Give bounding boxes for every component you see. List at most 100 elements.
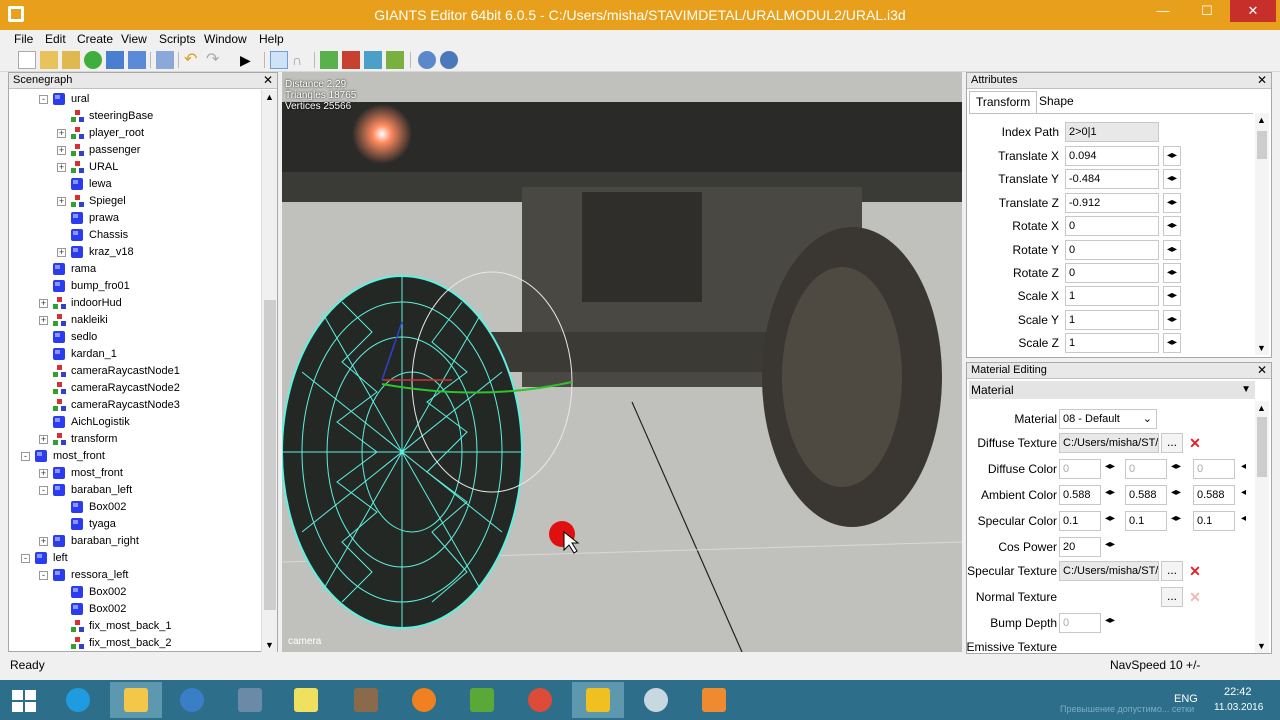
- save-as-icon[interactable]: [128, 51, 146, 69]
- menu-file[interactable]: File: [14, 32, 33, 46]
- tree-item[interactable]: Chassis: [9, 227, 261, 244]
- tree-item[interactable]: + URAL: [9, 159, 261, 176]
- tree-item[interactable]: lewa: [9, 176, 261, 193]
- title-bar[interactable]: GIANTS Editor 64bit 6.0.5 - C:/Users/mis…: [0, 0, 1280, 30]
- material-scrollbar[interactable]: ▲ ▼: [1255, 401, 1269, 653]
- menu-help[interactable]: Help: [259, 32, 284, 46]
- spin-arrows-icon[interactable]: ◂▸: [1105, 461, 1115, 472]
- scroll-down-icon[interactable]: ▼: [1257, 343, 1266, 353]
- tree-item[interactable]: - ressora_left: [9, 567, 261, 584]
- index-path-field[interactable]: [1065, 122, 1159, 142]
- tree-item[interactable]: tyaga: [9, 516, 261, 533]
- tree-item[interactable]: cameraRaycastNode2: [9, 380, 261, 397]
- scenegraph-tree[interactable]: - ural steeringBase + player_root + passenger +…: [9, 90, 261, 652]
- maximize-button[interactable]: ☐: [1190, 0, 1224, 22]
- collapse-icon[interactable]: -: [39, 486, 48, 495]
- spin-arrows-icon[interactable]: ◂▸: [1163, 192, 1181, 213]
- tree-item[interactable]: + baraban_right: [9, 533, 261, 550]
- collapse-icon[interactable]: -: [21, 554, 30, 563]
- expand-icon[interactable]: +: [57, 163, 66, 172]
- prop-value-field[interactable]: [1065, 239, 1159, 260]
- gear-options-icon[interactable]: [440, 51, 458, 69]
- tab-transform[interactable]: Transform: [969, 91, 1038, 113]
- spin-arrows-icon[interactable]: ◂▸: [1105, 615, 1115, 626]
- app-taskbar-icon[interactable]: [688, 682, 740, 718]
- tree-item[interactable]: - left: [9, 550, 261, 567]
- spin-arrows-icon[interactable]: ◂▸: [1171, 487, 1181, 498]
- specular-texture-field[interactable]: C:/Users/misha/ST/: [1059, 561, 1159, 581]
- delete-icon[interactable]: ✕: [1185, 561, 1205, 581]
- diffuse-color-g[interactable]: 0: [1125, 459, 1167, 479]
- app-taskbar-icon[interactable]: [398, 682, 450, 718]
- minimize-button[interactable]: —: [1146, 0, 1180, 22]
- internet-explorer-icon[interactable]: [52, 682, 104, 718]
- tree-item[interactable]: fix_most_back_2: [9, 635, 261, 652]
- tree-item[interactable]: + passenger: [9, 142, 261, 159]
- prop-value-field[interactable]: [1065, 263, 1159, 283]
- tree-item[interactable]: kardan_1: [9, 346, 261, 363]
- play-icon[interactable]: ▶: [240, 51, 258, 69]
- ambient-color-g[interactable]: 0.588: [1125, 485, 1167, 505]
- collapse-icon[interactable]: ▼: [1241, 381, 1251, 399]
- spin-arrows-icon[interactable]: ◂▸: [1163, 309, 1181, 330]
- menu-edit[interactable]: Edit: [45, 32, 66, 46]
- tree-item[interactable]: + Spiegel: [9, 193, 261, 210]
- ambient-color-b[interactable]: 0.588: [1193, 485, 1235, 505]
- spin-arrow-icon[interactable]: ◂: [1241, 487, 1246, 498]
- attributes-scrollbar[interactable]: ▲ ▼: [1255, 113, 1269, 355]
- browse-button[interactable]: ...: [1161, 587, 1183, 607]
- magnet-icon[interactable]: ∩: [292, 51, 310, 69]
- scroll-up-icon[interactable]: ▲: [265, 92, 274, 102]
- prop-value-field[interactable]: [1065, 309, 1159, 330]
- file-explorer-icon[interactable]: [110, 682, 162, 718]
- app-taskbar-icon[interactable]: [456, 682, 508, 718]
- spin-arrows-icon[interactable]: ◂▸: [1163, 333, 1181, 354]
- specular-color-b[interactable]: 0.1: [1193, 511, 1235, 531]
- spin-arrows-icon[interactable]: ◂▸: [1105, 487, 1115, 498]
- chrome-icon[interactable]: [514, 682, 566, 718]
- prop-value-field[interactable]: [1065, 169, 1159, 190]
- expand-icon[interactable]: +: [39, 469, 48, 478]
- browse-button[interactable]: ...: [1161, 561, 1183, 581]
- bump-depth-field[interactable]: 0: [1059, 613, 1101, 633]
- select-icon[interactable]: [270, 51, 288, 69]
- tree-item[interactable]: + player_root: [9, 125, 261, 142]
- expand-icon[interactable]: +: [39, 316, 48, 325]
- prop-value-field[interactable]: [1065, 146, 1159, 166]
- expand-icon[interactable]: +: [39, 435, 48, 444]
- spin-arrows-icon[interactable]: ◂▸: [1163, 216, 1181, 237]
- settings-gear-icon[interactable]: [418, 51, 436, 69]
- scroll-down-icon[interactable]: ▼: [265, 640, 274, 650]
- spin-arrow-icon[interactable]: ◂: [1241, 461, 1246, 472]
- tree-item[interactable]: AichLogistik: [9, 414, 261, 431]
- giants-editor-taskbar-icon[interactable]: [572, 682, 624, 718]
- tree-item[interactable]: Box002: [9, 584, 261, 601]
- undo-icon[interactable]: ↶: [184, 51, 202, 69]
- spin-arrows-icon[interactable]: ◂▸: [1163, 146, 1181, 166]
- browse-button[interactable]: ...: [1161, 433, 1183, 453]
- tree-item[interactable]: cameraRaycastNode1: [9, 363, 261, 380]
- app-taskbar-icon[interactable]: [166, 682, 218, 718]
- redo-icon[interactable]: ↷: [206, 51, 224, 69]
- tree-item[interactable]: + nakleiki: [9, 312, 261, 329]
- spin-arrows-icon[interactable]: ◂▸: [1163, 263, 1181, 283]
- close-button[interactable]: ✕: [1230, 0, 1276, 22]
- terrain-raise-icon[interactable]: [320, 51, 338, 69]
- tree-item[interactable]: + kraz_v18: [9, 244, 261, 261]
- spin-arrows-icon[interactable]: ◂▸: [1163, 169, 1181, 190]
- specular-color-r[interactable]: 0.1: [1059, 511, 1101, 531]
- diffuse-color-r[interactable]: 0: [1059, 459, 1101, 479]
- tree-item[interactable]: + indoorHud: [9, 295, 261, 312]
- tree-item[interactable]: - ural: [9, 91, 261, 108]
- material-select[interactable]: 08 - Default ⌄: [1059, 409, 1157, 429]
- scroll-up-icon[interactable]: ▲: [1257, 403, 1266, 413]
- diffuse-color-b[interactable]: 0: [1193, 459, 1235, 479]
- game-taskbar-icon[interactable]: [340, 682, 392, 718]
- terrain-lower-icon[interactable]: [342, 51, 360, 69]
- spin-arrows-icon[interactable]: ◂▸: [1163, 286, 1181, 307]
- tree-item[interactable]: + transform: [9, 431, 261, 448]
- scenegraph-scrollbar[interactable]: ▲ ▼: [261, 90, 277, 652]
- close-panel-icon[interactable]: ✕: [1257, 73, 1267, 88]
- delete-icon[interactable]: ✕: [1185, 433, 1205, 453]
- expand-icon[interactable]: +: [57, 197, 66, 206]
